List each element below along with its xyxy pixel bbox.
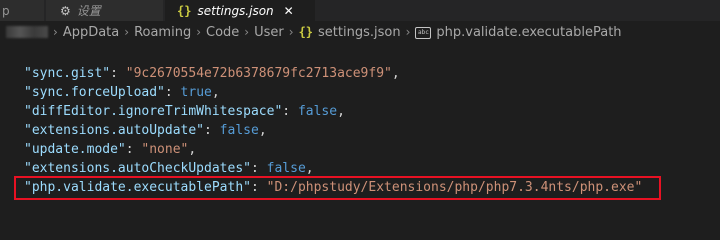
breadcrumb-item-appdata[interactable]: AppData	[63, 25, 119, 40]
breadcrumb-item-property[interactable]: php.validate.executablePath	[436, 25, 621, 40]
code-line: "diffEditor.ignoreTrimWhitespace": false…	[24, 102, 345, 121]
chevron-right-icon: ›	[196, 25, 202, 39]
json-key: "diffEditor.ignoreTrimWhitespace"	[24, 104, 283, 119]
code-line: "sync.forceUpload": true,	[24, 83, 220, 102]
chevron-right-icon: ›	[405, 25, 411, 39]
tab-partial[interactable]: p	[0, 0, 45, 21]
json-value: false	[266, 161, 306, 176]
json-key: "extensions.autoUpdate"	[24, 123, 205, 138]
colon: :	[204, 123, 220, 138]
tab-settings-json[interactable]: {} settings.json ✕	[165, 0, 315, 21]
highlight-box	[14, 176, 661, 200]
json-value: "9c2670554e72b6378679fc2713ace9f9"	[125, 66, 392, 81]
comma: ,	[258, 123, 267, 138]
close-icon[interactable]: ✕	[284, 4, 294, 18]
breadcrumb-item-settings-json[interactable]: settings.json	[318, 25, 401, 40]
code-line: "update.mode": "none",	[24, 140, 196, 159]
comma: ,	[337, 104, 345, 119]
json-key: "sync.forceUpload"	[24, 85, 165, 100]
json-braces-icon: {}	[177, 3, 192, 18]
json-key: "extensions.autoCheckUpdates"	[24, 161, 251, 176]
tab-label: 设置	[76, 4, 101, 18]
json-key: "sync.gist"	[24, 66, 111, 81]
comma: ,	[211, 85, 220, 100]
colon: :	[164, 85, 181, 100]
json-value: "none"	[141, 142, 189, 157]
comma: ,	[391, 66, 400, 81]
breadcrumb-item-code[interactable]: Code	[206, 25, 239, 40]
colon: :	[125, 142, 142, 157]
chevron-right-icon: ›	[288, 25, 294, 39]
tab-label: p	[2, 3, 10, 18]
json-braces-icon: {}	[298, 25, 314, 39]
chevron-right-icon: ›	[53, 25, 58, 39]
code-line: "sync.gist": "9c2670554e72b6378679fc2713…	[24, 64, 400, 83]
colon: :	[282, 104, 298, 119]
gear-icon: ⚙	[60, 3, 71, 18]
comma: ,	[188, 142, 197, 157]
tab-settings-ui[interactable]: ⚙ 设置	[46, 0, 164, 21]
json-value: false	[297, 104, 338, 119]
breadcrumb-item-user[interactable]: User	[254, 25, 284, 40]
code-line: "extensions.autoUpdate": false,	[24, 121, 267, 140]
redacted-path-segment	[6, 26, 48, 38]
code-editor[interactable]: "sync.gist": "9c2670554e72b6378679fc2713…	[0, 43, 720, 239]
property-icon: abc	[415, 27, 432, 39]
json-value: false	[219, 123, 259, 138]
colon: :	[110, 66, 126, 81]
json-value: true	[180, 85, 212, 100]
tab-label: settings.json	[197, 3, 274, 18]
breadcrumb: › AppData › Roaming › Code › User › {} s…	[0, 21, 720, 43]
colon: :	[250, 161, 267, 176]
breadcrumb-item-roaming[interactable]: Roaming	[134, 25, 191, 40]
chevron-right-icon: ›	[244, 25, 250, 39]
tab-bar: p ⚙ 设置 {} settings.json ✕	[0, 0, 720, 21]
json-key: "update.mode"	[24, 142, 126, 157]
comma: ,	[305, 161, 314, 176]
chevron-right-icon: ›	[124, 25, 130, 39]
